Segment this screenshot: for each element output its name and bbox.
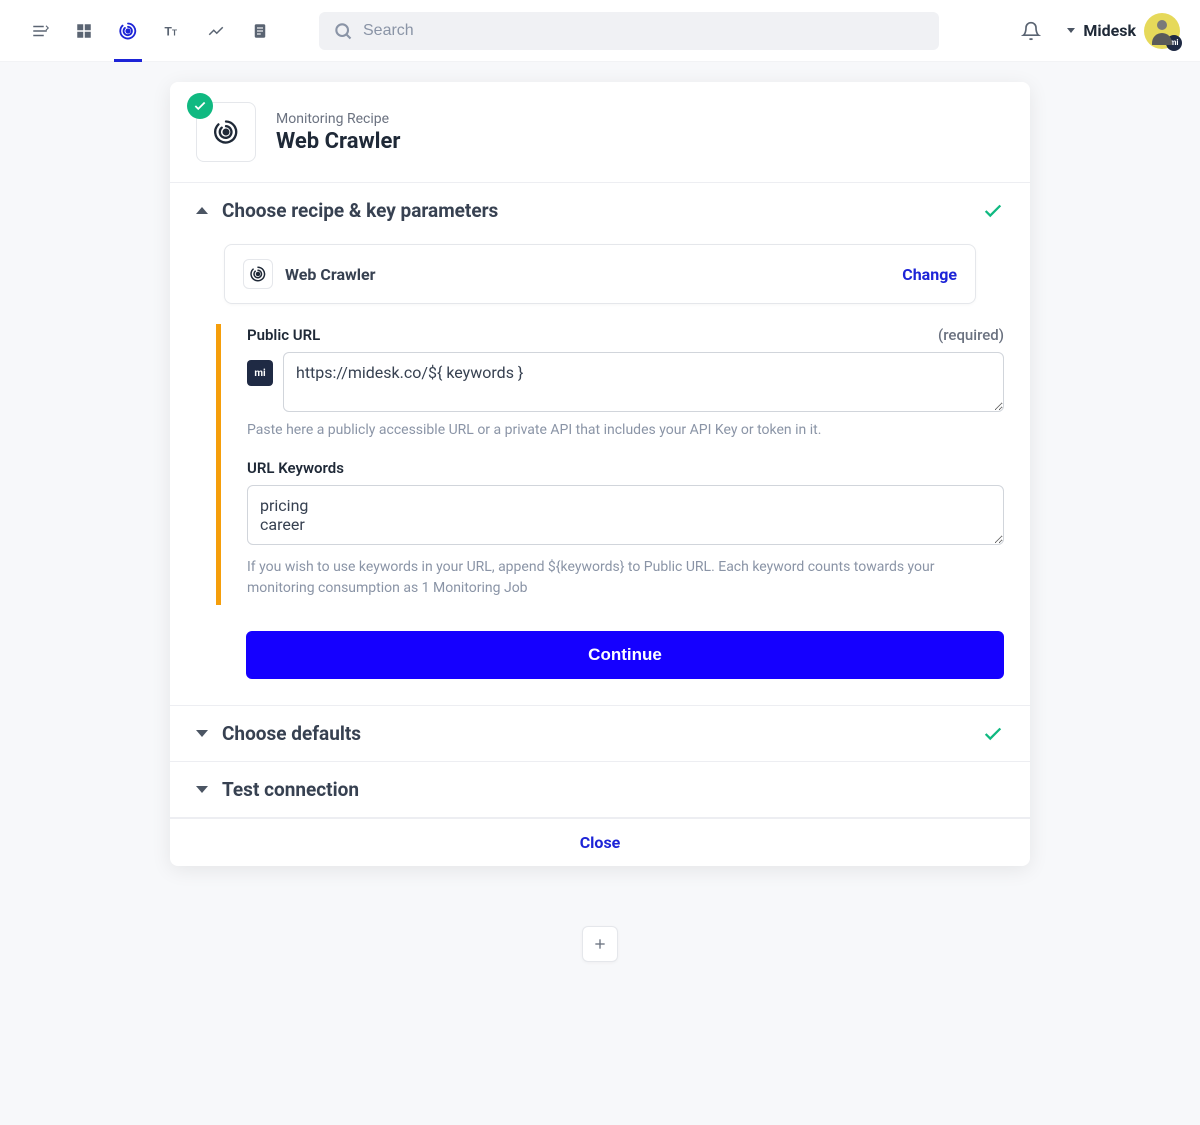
- notifications-icon[interactable]: [1011, 11, 1051, 51]
- card-title: Web Crawler: [276, 129, 400, 154]
- search-icon: [333, 21, 353, 41]
- mi-chip-icon[interactable]: mi: [247, 360, 273, 386]
- section-parameters: Choose recipe & key parameters Web Crawl…: [170, 183, 1030, 706]
- close-button[interactable]: Close: [580, 833, 621, 852]
- menu-toggle-icon[interactable]: [20, 11, 60, 51]
- text-icon[interactable]: TT: [152, 11, 192, 51]
- dashboard-icon[interactable]: [64, 11, 104, 51]
- section-test: Test connection: [170, 762, 1030, 818]
- check-icon: [982, 723, 1004, 745]
- recipe-icon-box: [196, 102, 256, 162]
- chevron-down-icon: [1067, 28, 1075, 33]
- crawler-icon: [212, 118, 240, 146]
- form-block: Public URL (required) mi Paste here a pu…: [216, 324, 1004, 605]
- card-header: Monitoring Recipe Web Crawler: [170, 82, 1030, 183]
- change-recipe-link[interactable]: Change: [902, 265, 957, 284]
- avatar: mi: [1144, 13, 1180, 49]
- public-url-helper: Paste here a publicly accessible URL or …: [247, 420, 1004, 441]
- section-test-title: Test connection: [222, 778, 1004, 801]
- search-container: [319, 12, 939, 50]
- section-defaults-head[interactable]: Choose defaults: [170, 706, 1030, 761]
- section-defaults-title: Choose defaults: [222, 722, 982, 745]
- svg-text:T: T: [172, 28, 177, 37]
- public-url-field: Public URL (required) mi Paste here a pu…: [247, 326, 1004, 441]
- check-badge-icon: [187, 93, 213, 119]
- account-name: Midesk: [1083, 21, 1136, 40]
- keywords-input[interactable]: [247, 485, 1004, 545]
- keywords-field: URL Keywords If you wish to use keywords…: [247, 459, 1004, 599]
- plus-icon: [592, 936, 608, 952]
- content-area: Monitoring Recipe Web Crawler Choose rec…: [0, 62, 1200, 886]
- search-input[interactable]: [363, 22, 925, 40]
- recipe-small-icon: [243, 259, 273, 289]
- required-label: (required): [938, 326, 1004, 344]
- section-parameters-head[interactable]: Choose recipe & key parameters: [170, 183, 1030, 238]
- account-menu[interactable]: Midesk mi: [1067, 13, 1180, 49]
- recipe-card: Monitoring Recipe Web Crawler Choose rec…: [170, 82, 1030, 866]
- section-parameters-body: Web Crawler Change Public URL (required)…: [170, 244, 1030, 705]
- topbar: TT Midesk mi: [0, 0, 1200, 62]
- search-box[interactable]: [319, 12, 939, 50]
- public-url-label: Public URL: [247, 326, 320, 344]
- section-test-head[interactable]: Test connection: [170, 762, 1030, 817]
- selected-recipe-name: Web Crawler: [285, 265, 890, 284]
- selected-recipe-row: Web Crawler Change: [224, 244, 976, 304]
- card-footer: Close: [170, 818, 1030, 866]
- continue-button[interactable]: Continue: [246, 631, 1004, 679]
- keywords-label: URL Keywords: [247, 459, 344, 477]
- section-parameters-title: Choose recipe & key parameters: [222, 199, 982, 222]
- add-button[interactable]: [582, 926, 618, 962]
- analytics-icon[interactable]: [196, 11, 236, 51]
- topbar-right: Midesk mi: [1011, 11, 1180, 51]
- document-icon[interactable]: [240, 11, 280, 51]
- recipe-titles: Monitoring Recipe Web Crawler: [276, 111, 400, 154]
- monitoring-icon[interactable]: [108, 11, 148, 51]
- chevron-up-icon: [196, 207, 208, 214]
- chevron-down-icon: [196, 786, 208, 793]
- section-defaults: Choose defaults: [170, 706, 1030, 762]
- keywords-helper: If you wish to use keywords in your URL,…: [247, 557, 1004, 599]
- chevron-down-icon: [196, 730, 208, 737]
- public-url-input[interactable]: [283, 352, 1004, 412]
- check-icon: [982, 200, 1004, 222]
- card-subtitle: Monitoring Recipe: [276, 111, 400, 127]
- avatar-badge: mi: [1166, 35, 1182, 51]
